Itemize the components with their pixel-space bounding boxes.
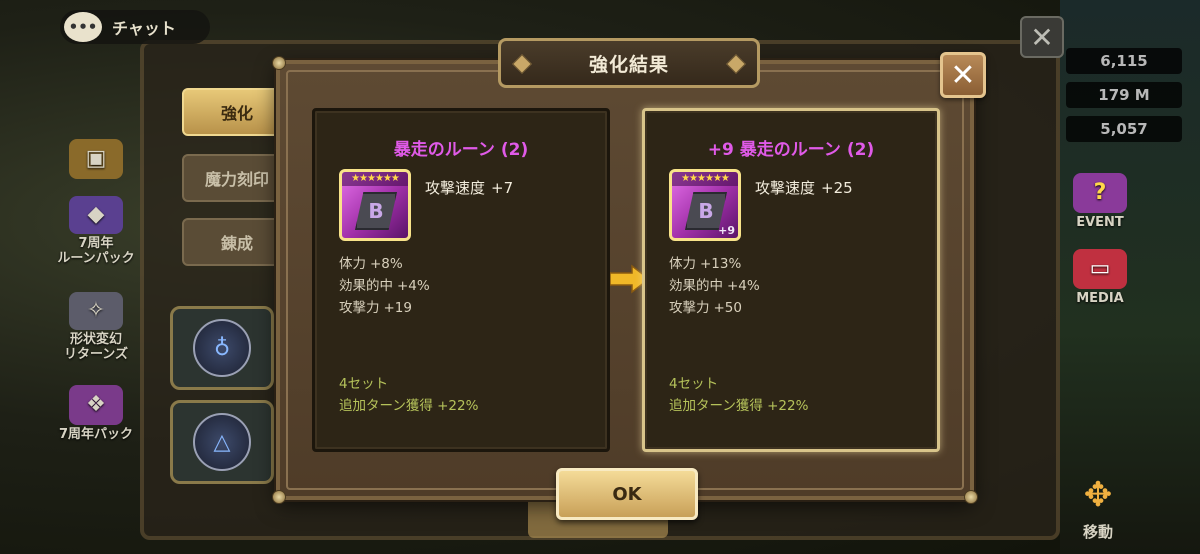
gift-pack-icon: ◆	[69, 196, 123, 235]
chest-icon: ▣	[69, 139, 123, 179]
diamond-ornament-icon	[512, 54, 532, 74]
sub-stat: 効果的中 +4%	[669, 275, 760, 297]
sub-stat-value: +4%	[397, 278, 430, 294]
sub-stat: 攻撃力 +19	[339, 297, 430, 319]
currency-stat: 5,057	[1066, 116, 1182, 142]
chat-label: チャット	[112, 19, 176, 38]
sub-stat: 体力 +13%	[669, 253, 760, 275]
sub-stat: 体力 +8%	[339, 253, 430, 275]
background-close-button[interactable]: ✕	[1020, 16, 1064, 58]
rune-circle-icon: △	[193, 413, 251, 471]
frame-rivet	[272, 56, 286, 70]
diamond-ornament-icon	[726, 54, 746, 74]
main-stat: 攻撃速度 +7	[425, 177, 513, 198]
set-effect-label: 追加ターン獲得	[669, 398, 763, 414]
dialog-title: 強化結果	[588, 53, 669, 76]
sub-stat: 効果的中 +4%	[339, 275, 430, 297]
rune-name: +9 暴走のルーン (2)	[707, 140, 875, 160]
side-item-morph-returns[interactable]: ✧ 形状変幻 リターンズ	[56, 292, 136, 362]
sub-stat-label: 効果的中	[669, 278, 723, 294]
sub-stat-label: 効果的中	[339, 278, 393, 294]
set-effect: 追加ターン獲得 +22%	[669, 395, 808, 417]
sub-stat-value: +19	[383, 300, 413, 316]
rune-letter: B	[368, 199, 384, 223]
tv-icon: ▭	[1073, 248, 1127, 289]
set-effect-label: 追加ターン獲得	[339, 398, 433, 414]
media-button[interactable]: ▭ MEDIA	[1060, 236, 1140, 306]
dialog-title-plate: 強化結果	[498, 38, 760, 88]
sub-stat-label: 体力	[669, 256, 696, 272]
rune-stone-icon: B	[355, 192, 397, 230]
sub-stat: 攻撃力 +50	[669, 297, 760, 319]
side-item-label: 7周年パック	[58, 426, 134, 442]
sub-stats: 体力 +13% 効果的中 +4% 攻撃力 +50	[669, 253, 760, 319]
sub-stat-value: +13%	[700, 256, 742, 272]
close-icon: ✕	[950, 57, 976, 93]
set-count: 4セット	[339, 376, 389, 392]
main-stat: 攻撃速度 +25	[755, 177, 853, 198]
sub-stat-label: 攻撃力	[339, 300, 380, 316]
move-arrows-icon: ✥	[1083, 475, 1113, 515]
rune-level-badge: +9	[718, 224, 735, 237]
main-stat-label: 攻撃速度	[425, 179, 486, 197]
sub-stat-value: +8%	[370, 256, 403, 272]
rune-slot[interactable]: ♁	[170, 306, 274, 390]
chat-button[interactable]: ••• チャット	[60, 10, 210, 44]
side-item-anniversary-pack[interactable]: ❖ 7周年パック	[56, 372, 136, 442]
ok-button[interactable]: OK	[556, 468, 698, 520]
media-label: MEDIA	[1076, 290, 1124, 306]
set-effect: 追加ターン獲得 +22%	[339, 395, 478, 417]
sub-stat-label: 体力	[339, 256, 366, 272]
set-effect-value: +22%	[437, 398, 479, 414]
rune-icon[interactable]: ★★★★★★ B +9	[669, 169, 741, 241]
currency-stat: 179 M	[1066, 82, 1182, 108]
set-bonus: 4セット 追加ターン獲得 +22%	[339, 373, 478, 417]
frame-rivet	[964, 490, 978, 504]
rune-slot[interactable]: △	[170, 400, 274, 484]
main-stat-value: +7	[491, 179, 514, 197]
rune-icon[interactable]: ★★★★★★ B	[339, 169, 411, 241]
sub-stats: 体力 +8% 効果的中 +4% 攻撃力 +19	[339, 253, 430, 319]
six-star-icon: ★★★★★★	[342, 172, 408, 186]
enhance-result-dialog: 強化結果 ✕ 暴走のルーン (2) ★★★★★★ B 攻撃速度 +7 体力 +8% …	[272, 38, 986, 520]
gift-question-icon: ?	[1073, 172, 1127, 213]
six-star-icon: ★★★★★★	[672, 172, 738, 186]
set-count: 4セット	[669, 376, 719, 392]
set-bonus: 4セット 追加ターン獲得 +22%	[669, 373, 808, 417]
sub-stat-value: +50	[713, 300, 743, 316]
main-stat-value: +25	[821, 179, 853, 197]
close-button[interactable]: ✕	[940, 52, 986, 98]
magic-circle-icon: ✧	[69, 292, 123, 331]
event-label: EVENT	[1076, 214, 1124, 230]
side-item-label: 7周年 ルーンパック	[57, 236, 135, 266]
move-button[interactable]: ✥ 移動	[1066, 462, 1130, 542]
side-item-chest[interactable]: ▣	[56, 112, 136, 182]
set-effect-value: +22%	[767, 398, 809, 414]
rune-name: 暴走のルーン (2)	[393, 140, 529, 160]
main-stat-label: 攻撃速度	[755, 179, 816, 197]
rune-letter: B	[698, 199, 714, 223]
frame-rivet	[272, 490, 286, 504]
event-button[interactable]: ? EVENT	[1060, 160, 1140, 230]
side-item-label: 形状変幻 リターンズ	[63, 332, 129, 362]
sub-stat-label: 攻撃力	[669, 300, 710, 316]
currency-stat: 6,115	[1066, 48, 1182, 74]
rune-before-card: 暴走のルーン (2) ★★★★★★ B 攻撃速度 +7 体力 +8% 効果的中 +4%…	[312, 108, 610, 452]
gift-box-icon: ❖	[69, 384, 123, 425]
chat-bubble-icon: •••	[64, 12, 102, 42]
move-label: 移動	[1082, 523, 1113, 541]
rune-after-card: +9 暴走のルーン (2) ★★★★★★ B +9 攻撃速度 +25 体力 +13%…	[642, 108, 940, 452]
rune-circle-icon: ♁	[193, 319, 251, 377]
sub-stat-value: +4%	[727, 278, 760, 294]
side-item-rune-pack[interactable]: ◆ 7周年 ルーンパック	[56, 196, 136, 266]
